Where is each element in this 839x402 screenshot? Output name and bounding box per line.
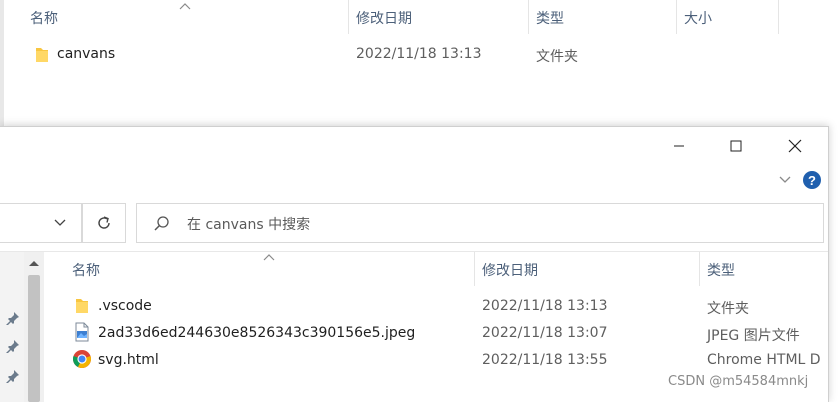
file-name: canvans — [57, 46, 116, 62]
maximize-icon — [730, 140, 742, 152]
column-header-name[interactable]: 名称 — [72, 260, 100, 280]
search-box[interactable]: 在 canvans 中搜索 — [136, 203, 824, 243]
column-separator[interactable] — [474, 252, 475, 286]
pin-icon[interactable] — [6, 369, 20, 383]
background-explorer-window: 名称 修改日期 类型 大小 canvans 2022/11/18 13:13 文… — [0, 0, 839, 130]
chrome-icon — [73, 350, 91, 368]
file-date: 2022/11/18 13:13 — [482, 298, 608, 314]
column-header-size[interactable]: 大小 — [684, 8, 712, 28]
column-separator[interactable] — [676, 0, 677, 34]
svg-text:?: ? — [808, 173, 816, 188]
address-bar[interactable] — [0, 203, 82, 243]
column-header-name[interactable]: 名称 — [30, 8, 58, 28]
refresh-button[interactable] — [82, 203, 126, 243]
minimize-button[interactable] — [650, 127, 708, 165]
column-separator[interactable] — [348, 0, 349, 34]
pin-icon[interactable] — [6, 339, 20, 353]
file-date: 2022/11/18 13:55 — [482, 352, 608, 368]
file-type: 文件夹 — [536, 49, 578, 65]
pin-icon[interactable] — [6, 311, 20, 325]
sort-ascending-icon — [263, 254, 275, 261]
file-name: .vscode — [98, 298, 152, 314]
file-type: JPEG 图片文件 — [707, 328, 800, 344]
file-name: svg.html — [98, 352, 159, 368]
column-header-type[interactable]: 类型 — [536, 8, 564, 28]
address-history-chevron-icon[interactable] — [53, 218, 67, 228]
close-icon — [788, 139, 802, 153]
watermark: CSDN @m54584mnkj — [668, 374, 809, 389]
scroll-up-arrow-icon[interactable] — [27, 258, 41, 268]
file-row-canvans[interactable]: canvans 2022/11/18 13:13 文件夹 — [24, 40, 824, 70]
file-date: 2022/11/18 13:07 — [482, 325, 608, 341]
maximize-button[interactable] — [707, 127, 765, 165]
refresh-icon — [98, 216, 110, 229]
file-row-jpeg[interactable]: 2ad33d6ed244630e8526343c390156e5.jpeg 20… — [60, 320, 828, 346]
foreground-explorer-window: ? 在 canvans 中搜索 名称 修改日期 类型 .vscode 2022/… — [0, 126, 829, 402]
close-button[interactable] — [766, 127, 824, 165]
file-row-svg-html[interactable]: svg.html 2022/11/18 13:55 Chrome HTML D — [60, 347, 828, 373]
file-date: 2022/11/18 13:13 — [356, 46, 482, 62]
ribbon-expand-chevron-icon[interactable] — [778, 175, 792, 185]
column-header-modified[interactable]: 修改日期 — [356, 8, 412, 28]
column-header-type[interactable]: 类型 — [707, 260, 735, 280]
search-icon — [154, 216, 169, 231]
folder-icon — [76, 299, 88, 313]
sort-ascending-icon — [179, 3, 191, 10]
scrollbar-thumb[interactable] — [28, 275, 40, 402]
file-type: 文件夹 — [707, 301, 749, 317]
search-input[interactable]: 在 canvans 中搜索 — [187, 214, 310, 234]
file-row-vscode[interactable]: .vscode 2022/11/18 13:13 文件夹 — [60, 293, 828, 319]
column-separator[interactable] — [528, 0, 529, 34]
background-window-edge — [0, 0, 4, 130]
column-header-modified[interactable]: 修改日期 — [482, 260, 538, 280]
help-icon[interactable]: ? — [802, 170, 822, 190]
column-separator[interactable] — [699, 252, 700, 286]
file-type: Chrome HTML D — [707, 352, 821, 368]
column-separator[interactable] — [778, 0, 779, 34]
minimize-icon — [674, 145, 684, 147]
file-name: 2ad33d6ed244630e8526343c390156e5.jpeg — [98, 325, 416, 341]
toolbar-divider — [0, 251, 828, 252]
image-file-icon — [75, 322, 89, 342]
folder-icon — [36, 48, 48, 62]
